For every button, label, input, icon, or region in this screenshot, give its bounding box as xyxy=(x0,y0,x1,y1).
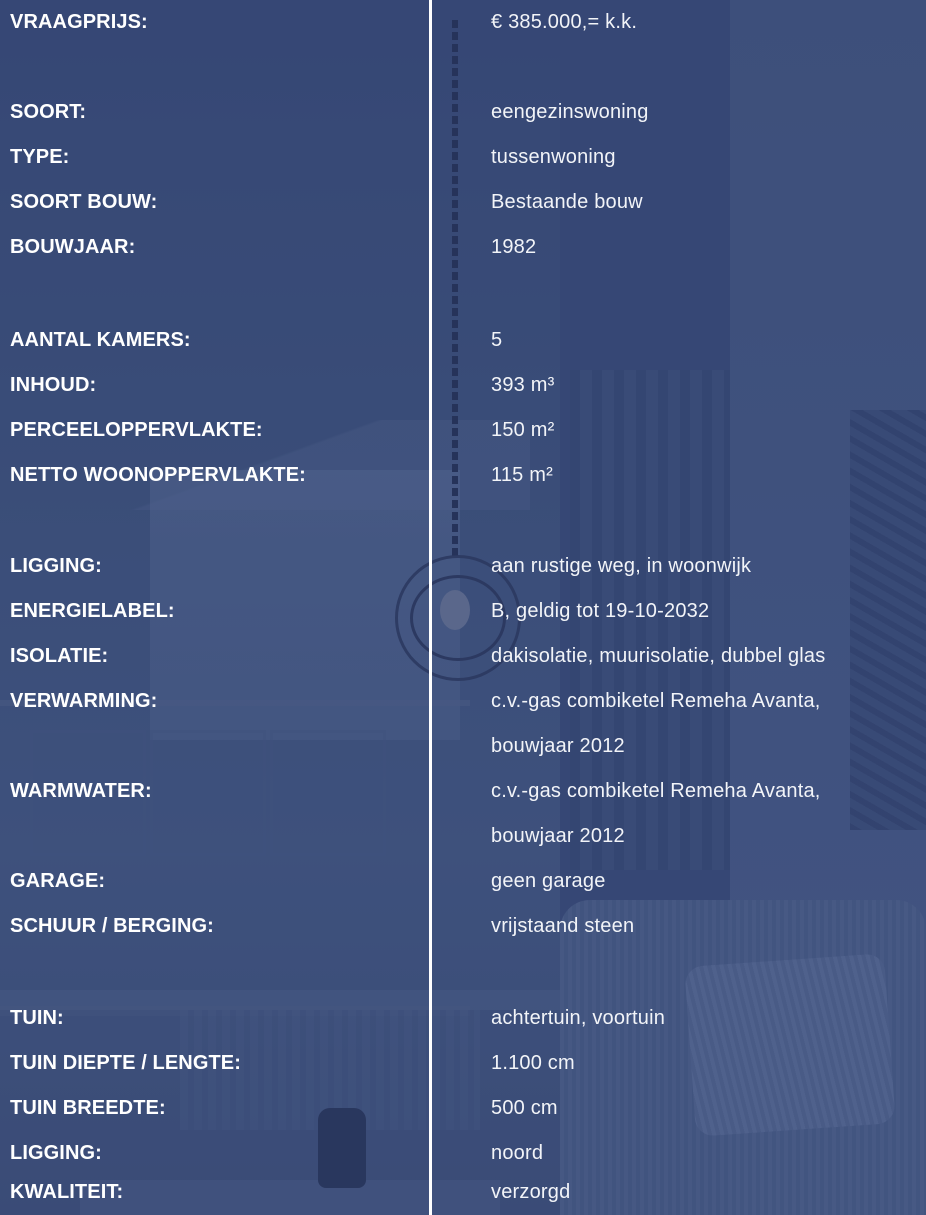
spec-row-schuur-berging: SCHUUR / BERGING: vrijstaand steen xyxy=(0,904,926,949)
spec-row-isolatie: ISOLATIE: dakisolatie, muurisolatie, dub… xyxy=(0,634,926,679)
spec-value: achtertuin, voortuin xyxy=(491,1007,666,1029)
spec-row-verwarming: VERWARMING: c.v.-gas combiketel Remeha A… xyxy=(0,679,926,724)
spec-row-soort-bouw: SOORT BOUW: Bestaande bouw xyxy=(0,180,926,225)
spec-value: tussenwoning xyxy=(491,146,616,168)
spec-label: NETTO WOONOPPERVLAKTE: xyxy=(10,464,306,486)
spec-label: GARAGE: xyxy=(10,870,106,892)
spec-label: LIGGING: xyxy=(10,555,102,577)
spec-value: bouwjaar 2012 xyxy=(491,735,625,757)
spec-value: B, geldig tot 19-10-2032 xyxy=(491,600,710,622)
spec-value: bouwjaar 2012 xyxy=(491,825,625,847)
spec-value: c.v.-gas combiketel Remeha Avanta, xyxy=(491,780,821,802)
spec-row-type: TYPE: tussenwoning xyxy=(0,135,926,180)
spec-value: geen garage xyxy=(491,870,606,892)
spec-label: BOUWJAAR: xyxy=(10,236,136,258)
spec-row-aantal-kamers: AANTAL KAMERS: 5 xyxy=(0,318,926,363)
spec-value: 115 m² xyxy=(491,464,553,486)
spec-label: PERCEELOPPERVLAKTE: xyxy=(10,419,263,441)
property-specs: VRAAGPRIJS: € 385.000,= k.k. SOORT: eeng… xyxy=(0,0,926,1215)
spec-row-verwarming-cont: bouwjaar 2012 xyxy=(0,724,926,769)
spec-value: 150 m² xyxy=(491,419,555,441)
spec-value: c.v.-gas combiketel Remeha Avanta, xyxy=(491,690,821,712)
spec-value: eengezinswoning xyxy=(491,101,649,123)
spec-value: 5 xyxy=(491,329,503,351)
spec-label: AANTAL KAMERS: xyxy=(10,329,191,351)
spec-label: ISOLATIE: xyxy=(10,645,109,667)
spec-row-tuin-diepte: TUIN DIEPTE / LENGTE: 1.100 cm xyxy=(0,1041,926,1086)
spec-row-netto-woonoppervlakte: NETTO WOONOPPERVLAKTE: 115 m² xyxy=(0,453,926,498)
spec-value: vrijstaand steen xyxy=(491,915,635,937)
spec-row-garage: GARAGE: geen garage xyxy=(0,859,926,904)
spec-label: VRAAGPRIJS: xyxy=(10,11,148,33)
spec-label: TUIN DIEPTE / LENGTE: xyxy=(10,1052,241,1074)
spec-label: SCHUUR / BERGING: xyxy=(10,915,214,937)
spec-label: TUIN: xyxy=(10,1007,64,1029)
spec-row-energielabel: ENERGIELABEL: B, geldig tot 19-10-2032 xyxy=(0,589,926,634)
spec-value: 1.100 cm xyxy=(491,1052,575,1074)
spec-value: 393 m³ xyxy=(491,374,555,396)
spec-row-warmwater: WARMWATER: c.v.-gas combiketel Remeha Av… xyxy=(0,769,926,814)
spec-row-tuin-breedte: TUIN BREEDTE: 500 cm xyxy=(0,1086,926,1131)
spec-value: dakisolatie, muurisolatie, dubbel glas xyxy=(491,645,826,667)
spec-label: SOORT: xyxy=(10,101,87,123)
spec-value: aan rustige weg, in woonwijk xyxy=(491,555,752,577)
spec-row-ligging: LIGGING: aan rustige weg, in woonwijk xyxy=(0,544,926,589)
spec-row-vraagprijs: VRAAGPRIJS: € 385.000,= k.k. xyxy=(0,0,926,45)
spec-row-inhoud: INHOUD: 393 m³ xyxy=(0,363,926,408)
spec-row-soort: SOORT: eengezinswoning xyxy=(0,90,926,135)
spec-row-perceeloppervlakte: PERCEELOPPERVLAKTE: 150 m² xyxy=(0,408,926,453)
spec-label: WARMWATER: xyxy=(10,780,152,802)
spec-label: ENERGIELABEL: xyxy=(10,600,175,622)
spec-row-tuin: TUIN: achtertuin, voortuin xyxy=(0,996,926,1041)
spec-value: verzorgd xyxy=(491,1181,571,1203)
spec-label: TYPE: xyxy=(10,146,70,168)
spec-label: TUIN BREEDTE: xyxy=(10,1097,166,1119)
spec-value: Bestaande bouw xyxy=(491,191,643,213)
spec-value: € 385.000,= k.k. xyxy=(491,11,638,33)
spec-row-kwaliteit: KWALITEIT: verzorgd xyxy=(0,1170,926,1215)
spec-label: VERWARMING: xyxy=(10,690,158,712)
spec-label: INHOUD: xyxy=(10,374,97,396)
spec-label: KWALITEIT: xyxy=(10,1181,124,1203)
spec-value: 500 cm xyxy=(491,1097,558,1119)
spec-row-bouwjaar: BOUWJAAR: 1982 xyxy=(0,225,926,270)
spec-label: SOORT BOUW: xyxy=(10,191,158,213)
spec-row-warmwater-cont: bouwjaar 2012 xyxy=(0,814,926,859)
spec-value: 1982 xyxy=(491,236,537,258)
